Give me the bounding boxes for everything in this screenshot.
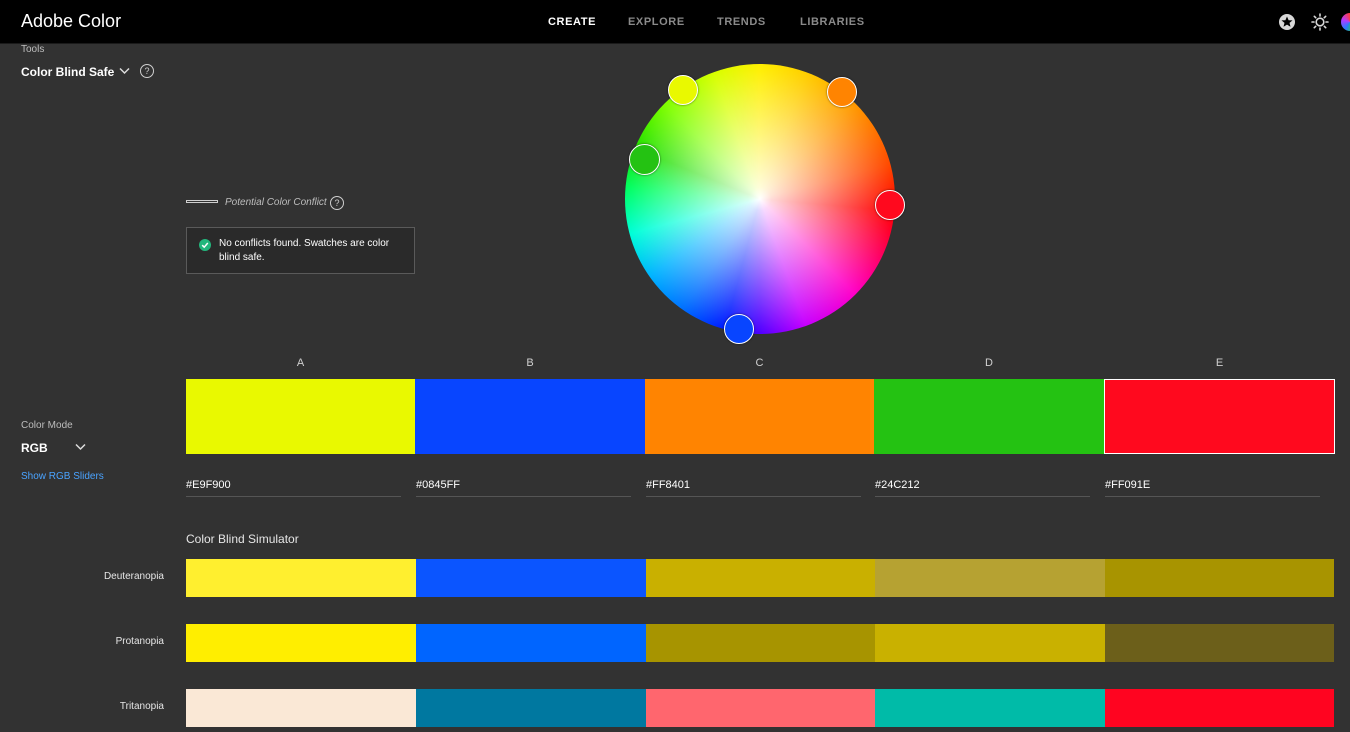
- tools-dropdown[interactable]: Color Blind Safe: [21, 65, 114, 79]
- hex-input-a[interactable]: #E9F900: [186, 479, 401, 497]
- show-rgb-sliders-link[interactable]: Show RGB Sliders: [21, 471, 104, 482]
- tab-create[interactable]: CREATE: [548, 16, 596, 28]
- wheel-handle-a[interactable]: [668, 75, 698, 105]
- conflict-legend-line: [186, 200, 218, 203]
- star-badge-icon[interactable]: [1278, 13, 1296, 31]
- conflict-legend-label: Potential Color Conflict: [225, 197, 327, 208]
- swatch-letter-e: E: [1215, 357, 1224, 369]
- sim-label-deuteranopia: Deuteranopia: [103, 571, 164, 582]
- avatar-icon[interactable]: [1341, 13, 1350, 31]
- sim-cell: [416, 559, 646, 597]
- sim-cell: [186, 689, 416, 727]
- wheel-handle-b[interactable]: [724, 314, 754, 344]
- tab-libraries[interactable]: LIBRARIES: [800, 16, 865, 28]
- conflict-status-box: No conflicts found. Swatches are color b…: [186, 227, 415, 274]
- color-mode-chevron-down-icon[interactable]: [75, 443, 86, 451]
- hex-input-e[interactable]: #FF091E: [1105, 479, 1320, 497]
- sim-cell: [875, 624, 1105, 662]
- swatch-b[interactable]: [415, 379, 645, 454]
- swatch-letter-c: C: [755, 357, 764, 369]
- swatch-letter-b: B: [526, 357, 534, 369]
- sim-label-protanopia: Protanopia: [115, 636, 164, 647]
- sim-cell: [646, 559, 875, 597]
- color-mode-label: Color Mode: [21, 420, 73, 431]
- swatch-d[interactable]: [874, 379, 1104, 454]
- sim-cell: [875, 559, 1105, 597]
- check-circle-fill: [199, 239, 211, 251]
- sim-cell: [1105, 559, 1334, 597]
- swatch-letter-a: A: [296, 357, 305, 369]
- sim-cell: [416, 689, 646, 727]
- tab-trends[interactable]: TRENDS: [717, 16, 766, 28]
- swatch-letter-d: D: [985, 357, 993, 369]
- tools-label: Tools: [21, 44, 45, 55]
- wheel-handle-d[interactable]: [629, 144, 660, 175]
- sim-cell: [1105, 689, 1334, 727]
- conflict-help-icon[interactable]: ?: [330, 196, 344, 210]
- sim-cell: [1105, 624, 1334, 662]
- sim-cell: [416, 624, 646, 662]
- tools-help-icon[interactable]: ?: [140, 64, 154, 78]
- conflict-message: No conflicts found. Swatches are color b…: [219, 238, 390, 263]
- sim-cell: [646, 689, 875, 727]
- sim-cell: [875, 689, 1105, 727]
- sim-label-tritanopia: Tritanopia: [119, 701, 164, 712]
- tab-explore[interactable]: EXPLORE: [628, 16, 685, 28]
- color-wheel[interactable]: [625, 64, 895, 334]
- wheel-handle-e[interactable]: [875, 190, 905, 220]
- top-navigation-bar: Adobe Color CREATE EXPLORE TRENDS LIBRAR…: [0, 0, 1350, 44]
- swatch-a[interactable]: [186, 379, 415, 454]
- sim-cell: [646, 624, 875, 662]
- simulator-title: Color Blind Simulator: [186, 532, 299, 546]
- hex-input-b[interactable]: #0845FF: [416, 479, 631, 497]
- swatch-e[interactable]: [1104, 379, 1335, 454]
- sim-cell: [186, 624, 416, 662]
- check-circle-icon: [199, 239, 211, 251]
- hex-input-c[interactable]: #FF8401: [646, 479, 861, 497]
- brightness-icon[interactable]: [1311, 13, 1329, 31]
- swatch-c[interactable]: [645, 379, 874, 454]
- chevron-down-icon[interactable]: [119, 67, 130, 75]
- color-mode-dropdown[interactable]: RGB: [21, 441, 48, 455]
- wheel-handle-c[interactable]: [827, 77, 857, 107]
- hex-input-d[interactable]: #24C212: [875, 479, 1090, 497]
- app-title[interactable]: Adobe Color: [21, 11, 121, 32]
- sim-cell: [186, 559, 416, 597]
